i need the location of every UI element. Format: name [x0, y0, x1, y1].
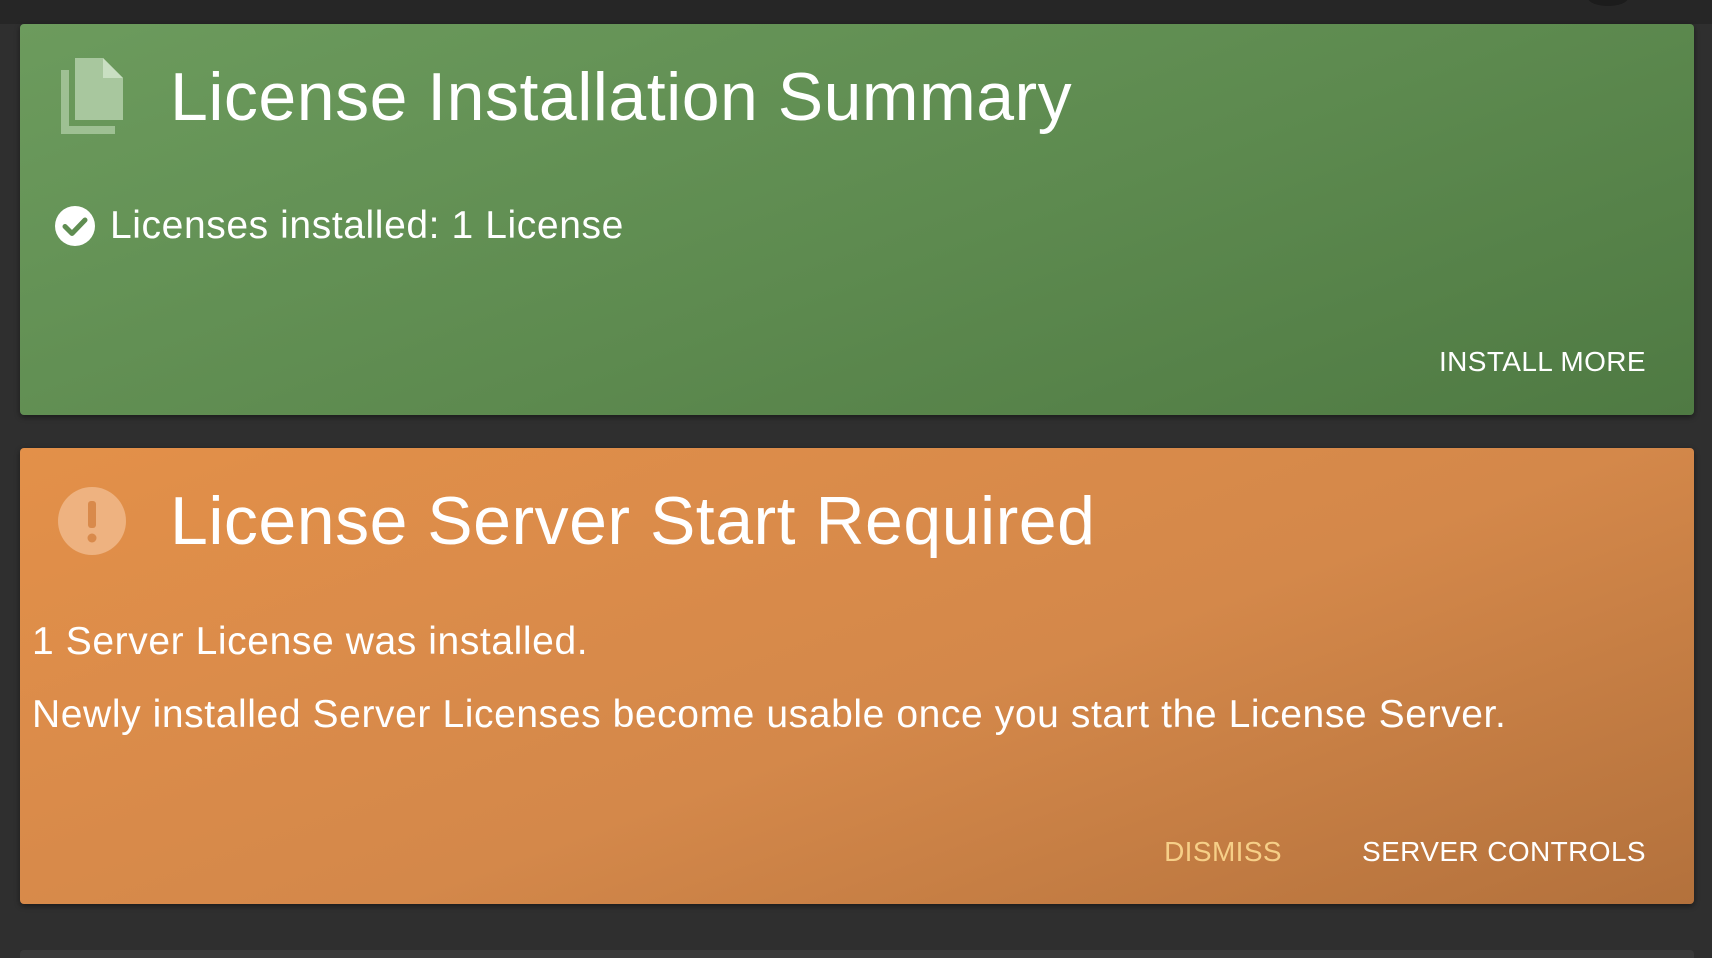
card-actions: DISMISS SERVER CONTROLS — [1164, 836, 1646, 868]
installed-count-text: 1 Server License was installed. — [32, 620, 589, 663]
license-installation-summary-card: License Installation Summary Licenses in… — [20, 24, 1694, 415]
next-card-edge — [20, 950, 1694, 958]
card-header: License Server Start Required — [56, 478, 1095, 564]
install-more-button[interactable]: INSTALL MORE — [1439, 346, 1646, 378]
check-circle-icon — [54, 205, 96, 247]
toolbar-corner-shape — [1588, 0, 1628, 6]
top-toolbar-edge — [0, 0, 1712, 24]
license-page: License Installation Summary Licenses in… — [0, 0, 1712, 958]
usable-info-text: Newly installed Server Licenses become u… — [32, 693, 1507, 736]
license-server-start-required-card: License Server Start Required DISMISS SE… — [20, 448, 1694, 904]
card-title: License Installation Summary — [170, 59, 1073, 135]
file-copy-icon — [56, 54, 128, 140]
server-controls-button[interactable]: SERVER CONTROLS — [1362, 836, 1646, 868]
alert-circle-icon — [56, 478, 128, 564]
card-title: License Server Start Required — [170, 483, 1096, 559]
card-header: License Installation Summary — [56, 54, 1072, 140]
status-text: Licenses installed: 1 License — [110, 204, 624, 247]
licenses-installed-status: Licenses installed: 1 License — [54, 204, 624, 248]
dismiss-button[interactable]: DISMISS — [1164, 836, 1282, 868]
card-actions: INSTALL MORE — [1439, 346, 1646, 378]
